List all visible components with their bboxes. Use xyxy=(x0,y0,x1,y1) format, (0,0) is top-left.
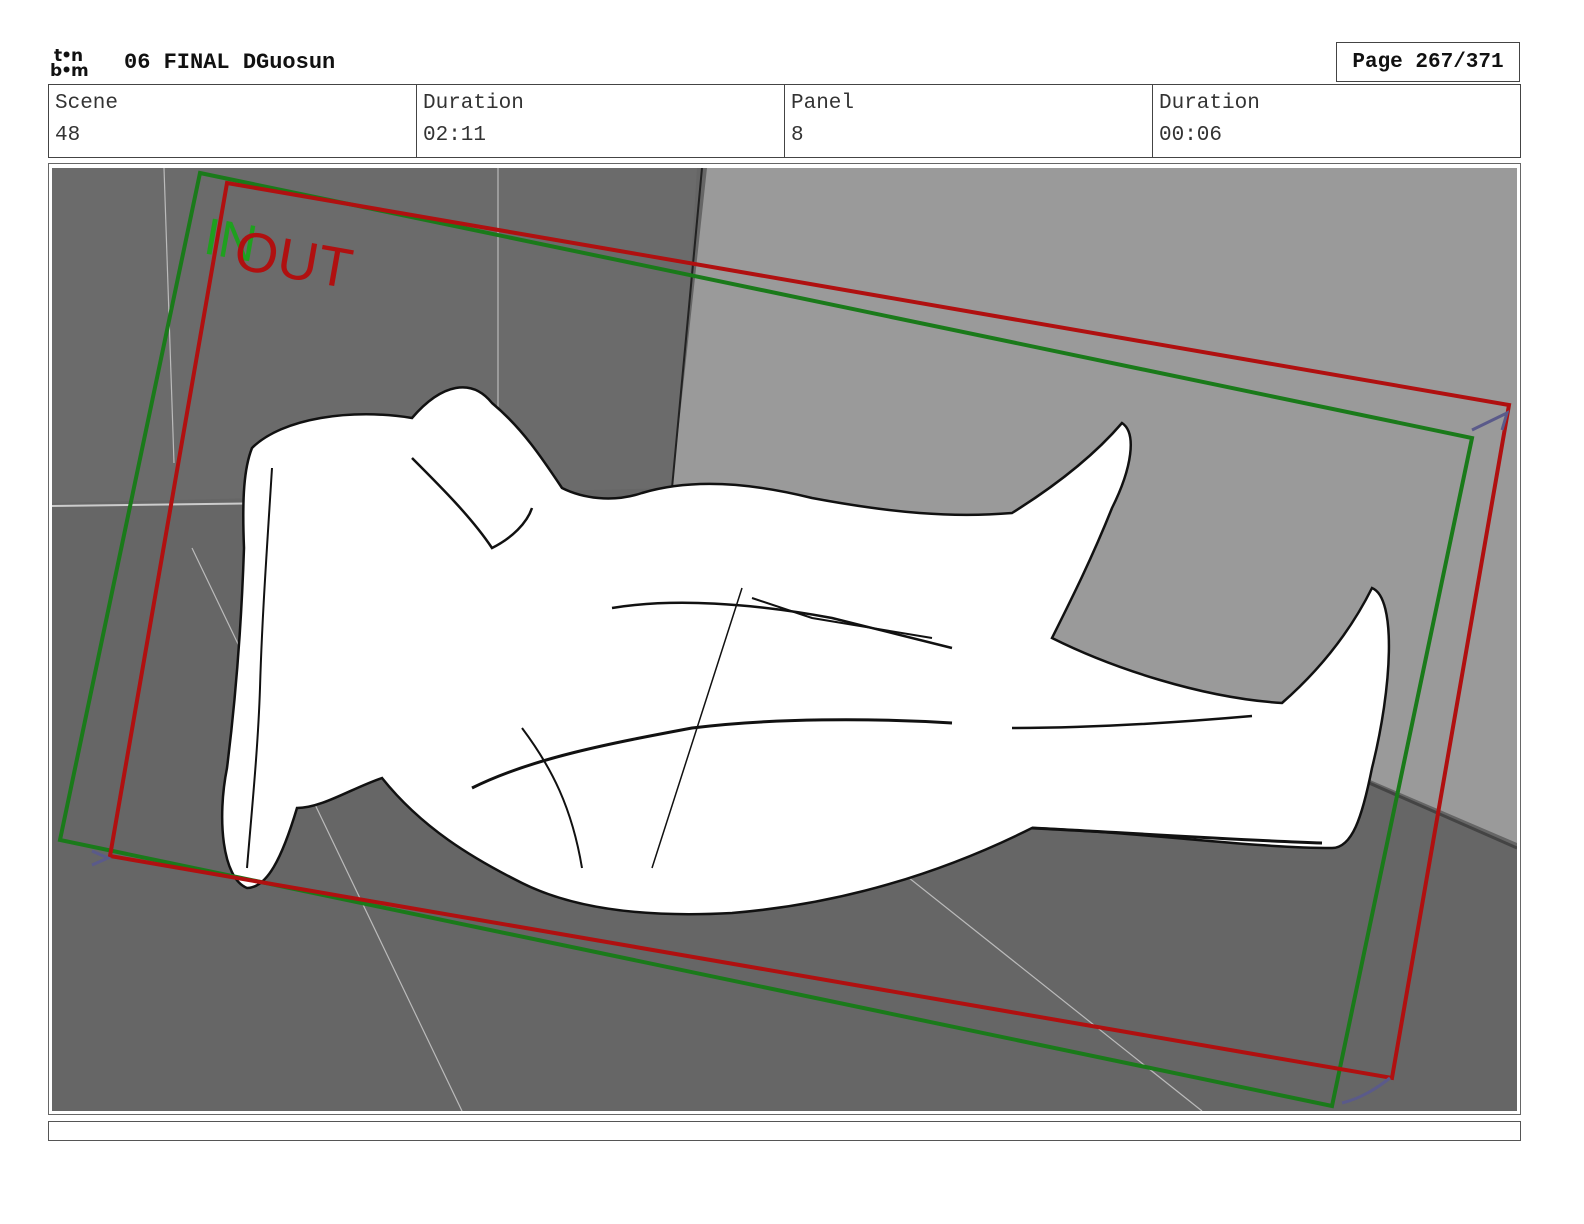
panel-label: Panel xyxy=(791,92,855,115)
panel-value: 8 xyxy=(791,124,804,147)
scene-label: Scene xyxy=(55,92,119,115)
scene-duration-cell: Duration 02:11 xyxy=(417,85,785,157)
page-number: Page 267/371 xyxy=(1336,42,1520,82)
panel-duration-cell: Duration 00:06 xyxy=(1153,85,1520,157)
scene-duration-value: 02:11 xyxy=(423,124,487,147)
project-title: 06 FINAL DGuosun xyxy=(124,50,336,75)
scene-value: 48 xyxy=(55,124,81,147)
panel-duration-value: 00:06 xyxy=(1159,124,1223,147)
panel-duration-label: Duration xyxy=(1159,92,1260,115)
panel-info-table: Scene 48 Duration 02:11 Panel 8 Duration… xyxy=(48,84,1521,158)
scene-duration-label: Duration xyxy=(423,92,524,115)
scene-cell: Scene 48 xyxy=(49,85,417,157)
storyboard-panel-image: IN OUT xyxy=(52,168,1517,1111)
panel-cell: Panel 8 xyxy=(785,85,1153,157)
panel-notes-box xyxy=(48,1121,1521,1141)
toonboom-logo: t•n b•m xyxy=(50,46,89,81)
